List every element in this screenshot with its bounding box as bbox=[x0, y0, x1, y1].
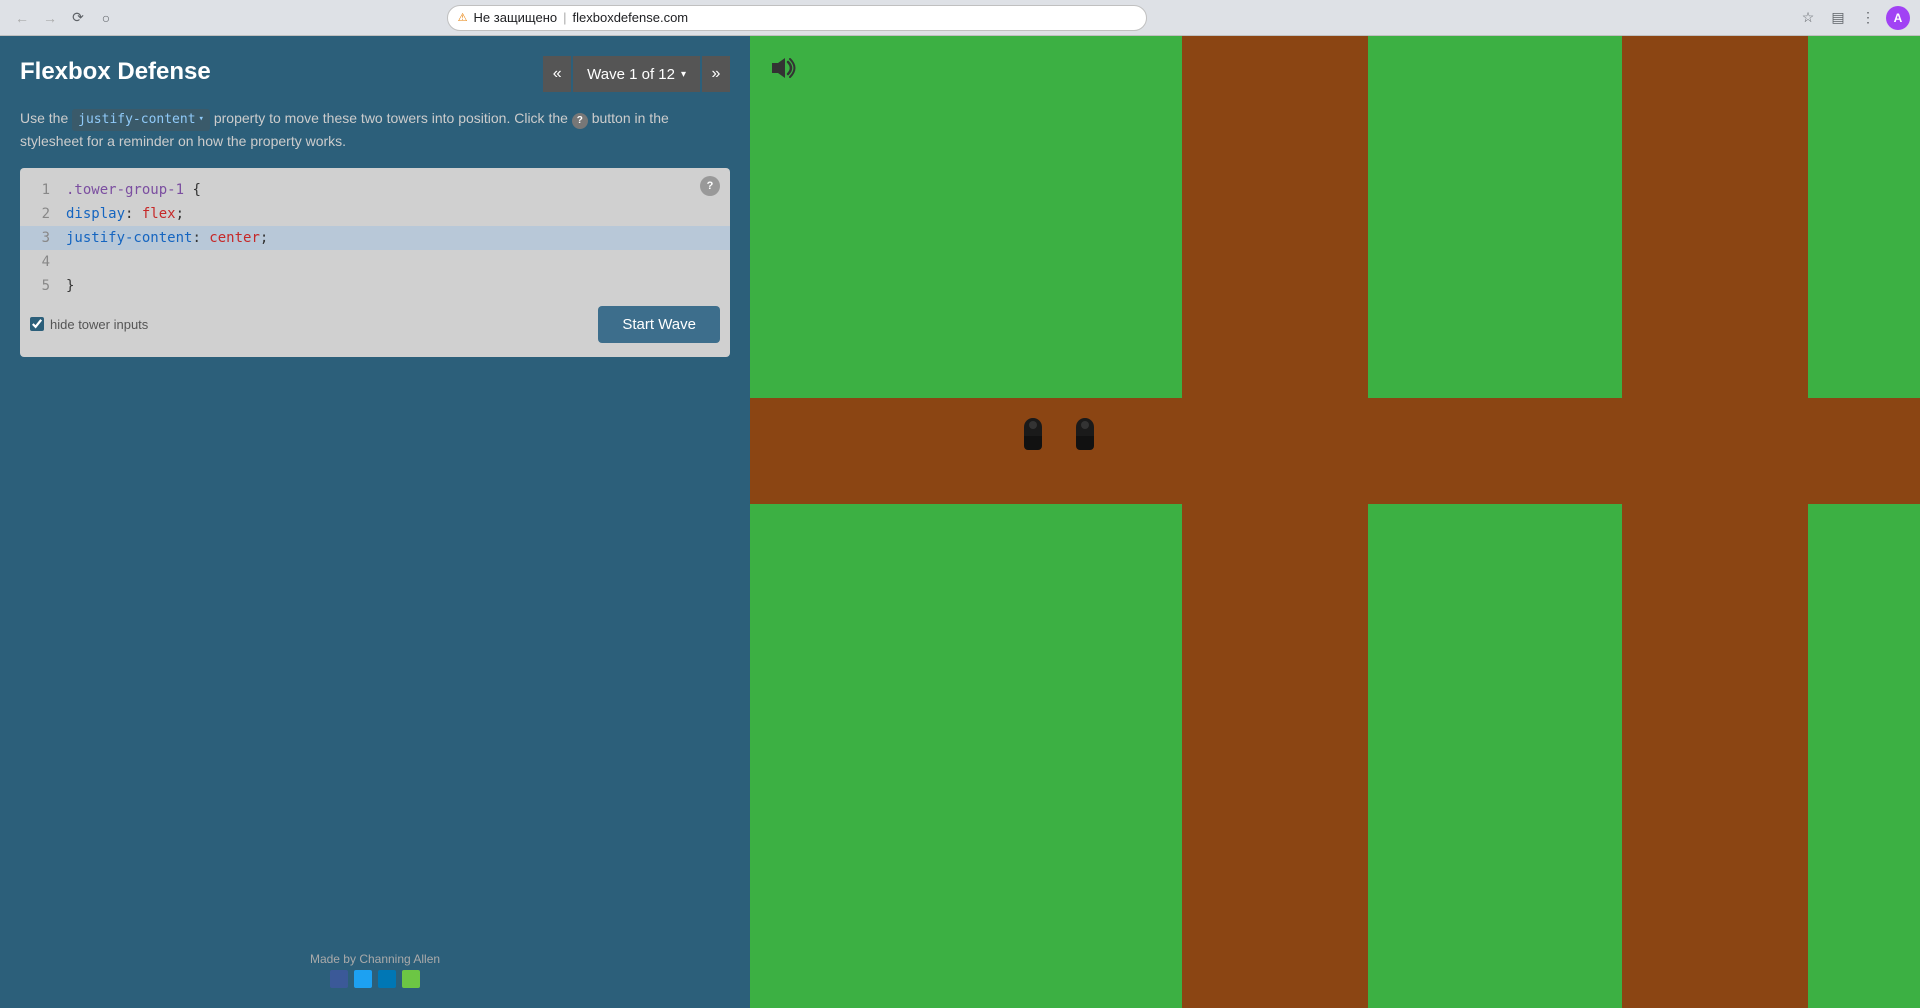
profile-icon[interactable]: A bbox=[1886, 6, 1910, 30]
code-line-3[interactable]: 3 justify-content: center; bbox=[20, 226, 730, 250]
tower-2-top bbox=[1076, 418, 1094, 436]
road-horizontal-middle bbox=[750, 396, 1920, 506]
road-vertical-center-bottom bbox=[1180, 496, 1370, 1008]
panel-footer: Made by Channing Allen bbox=[20, 952, 730, 988]
lock-icon: ⚠ bbox=[458, 11, 468, 24]
wave-prev-button[interactable]: « bbox=[543, 56, 571, 92]
line-number-2: 2 bbox=[30, 206, 50, 222]
start-wave-button[interactable]: Start Wave bbox=[598, 306, 720, 343]
hide-towers-checkbox[interactable] bbox=[30, 317, 44, 331]
editor-footer: hide tower inputs Start Wave bbox=[20, 298, 730, 347]
tower-1-top bbox=[1024, 418, 1042, 436]
header-row: Flexbox Defense « Wave 1 of 12 ▾ » bbox=[20, 56, 730, 92]
wave-selector: « Wave 1 of 12 ▾ » bbox=[543, 56, 730, 92]
info-icon[interactable]: ? bbox=[572, 113, 588, 129]
back-button[interactable]: ← bbox=[10, 6, 34, 30]
line-number-4: 4 bbox=[30, 254, 50, 270]
instructions: Use the justify-content ▾ property to mo… bbox=[20, 108, 730, 152]
code-line-1: 1 .tower-group-1 { bbox=[20, 178, 730, 202]
browser-actions: ☆ ▤ ⋮ A bbox=[1796, 6, 1910, 30]
home-button[interactable]: ○ bbox=[94, 6, 118, 30]
hide-towers-label[interactable]: hide tower inputs bbox=[30, 317, 148, 332]
property-dropdown-icon: ▾ bbox=[199, 113, 204, 127]
road-vertical-right bbox=[1180, 36, 1370, 456]
green-cover-bl bbox=[750, 504, 1182, 1008]
tower-2 bbox=[1072, 418, 1098, 454]
app-container: Flexbox Defense « Wave 1 of 12 ▾ » Use t… bbox=[0, 36, 1920, 1008]
instructions-prefix: Use the bbox=[20, 110, 68, 126]
code-content-1: .tower-group-1 { bbox=[66, 182, 720, 198]
line-number-5: 5 bbox=[30, 278, 50, 294]
facebook-icon[interactable] bbox=[330, 970, 348, 988]
code-line-2: 2 display: flex; bbox=[20, 202, 730, 226]
road-vertical-right-top bbox=[1620, 36, 1810, 411]
tower-2-base bbox=[1076, 436, 1094, 450]
address-separator: | bbox=[563, 10, 566, 25]
code-content-2: display: flex; bbox=[66, 206, 720, 222]
reload-button[interactable]: ⟳ bbox=[66, 6, 90, 30]
app-title: Flexbox Defense bbox=[20, 58, 211, 86]
tower-1-base bbox=[1024, 436, 1042, 450]
social-icons bbox=[20, 970, 730, 988]
line-number-1: 1 bbox=[30, 182, 50, 198]
wave-label-button[interactable]: Wave 1 of 12 ▾ bbox=[573, 56, 700, 92]
line-number-3: 3 bbox=[30, 230, 50, 246]
green-cover-bottom-right bbox=[1808, 504, 1920, 1008]
address-url: flexboxdefense.com bbox=[573, 10, 689, 25]
extensions-button[interactable]: ▤ bbox=[1826, 6, 1850, 30]
twitter-icon[interactable] bbox=[354, 970, 372, 988]
code-editor: ? 1 .tower-group-1 { 2 display: flex; 3 … bbox=[20, 168, 730, 357]
browser-chrome: ← → ⟳ ○ ⚠ Не защищено | flexboxdefense.c… bbox=[0, 0, 1920, 36]
left-panel: Flexbox Defense « Wave 1 of 12 ▾ » Use t… bbox=[0, 36, 750, 1008]
code-line-5: 5 } bbox=[20, 274, 730, 298]
nav-buttons: ← → ⟳ ○ bbox=[10, 6, 118, 30]
code-content-3: justify-content: center; bbox=[66, 230, 720, 246]
green-cover-tl bbox=[750, 36, 1182, 398]
security-text: Не защищено bbox=[474, 10, 558, 25]
wave-dropdown-arrow: ▾ bbox=[681, 69, 686, 80]
instructions-middle: property to move these two towers into p… bbox=[214, 110, 568, 126]
help-icon[interactable]: ? bbox=[700, 176, 720, 196]
sound-icon bbox=[768, 54, 796, 82]
green-cover-top-middle bbox=[1368, 36, 1622, 398]
green-cover-top-right bbox=[1808, 36, 1920, 398]
code-line-4: 4 bbox=[20, 250, 730, 274]
address-bar[interactable]: ⚠ Не защищено | flexboxdefense.com bbox=[447, 5, 1147, 31]
hide-towers-text: hide tower inputs bbox=[50, 317, 148, 332]
tower-1 bbox=[1020, 418, 1046, 454]
forward-button[interactable]: → bbox=[38, 6, 62, 30]
linkedin-icon[interactable] bbox=[378, 970, 396, 988]
property-name: justify-content bbox=[78, 110, 195, 130]
github-icon[interactable] bbox=[402, 970, 420, 988]
wave-label-text: Wave 1 of 12 bbox=[587, 66, 675, 83]
wave-next-button[interactable]: » bbox=[702, 56, 730, 92]
property-badge[interactable]: justify-content ▾ bbox=[72, 109, 210, 131]
road-vertical-right-bottom bbox=[1620, 496, 1810, 1008]
tower-group bbox=[1020, 418, 1098, 454]
menu-button[interactable]: ⋮ bbox=[1856, 6, 1880, 30]
bookmark-button[interactable]: ☆ bbox=[1796, 6, 1820, 30]
game-area bbox=[750, 36, 1920, 1008]
sound-button[interactable] bbox=[764, 50, 800, 86]
made-by-text: Made by Channing Allen bbox=[20, 952, 730, 966]
code-content-5: } bbox=[66, 278, 720, 294]
green-cover-bottom-middle bbox=[1368, 504, 1622, 1008]
